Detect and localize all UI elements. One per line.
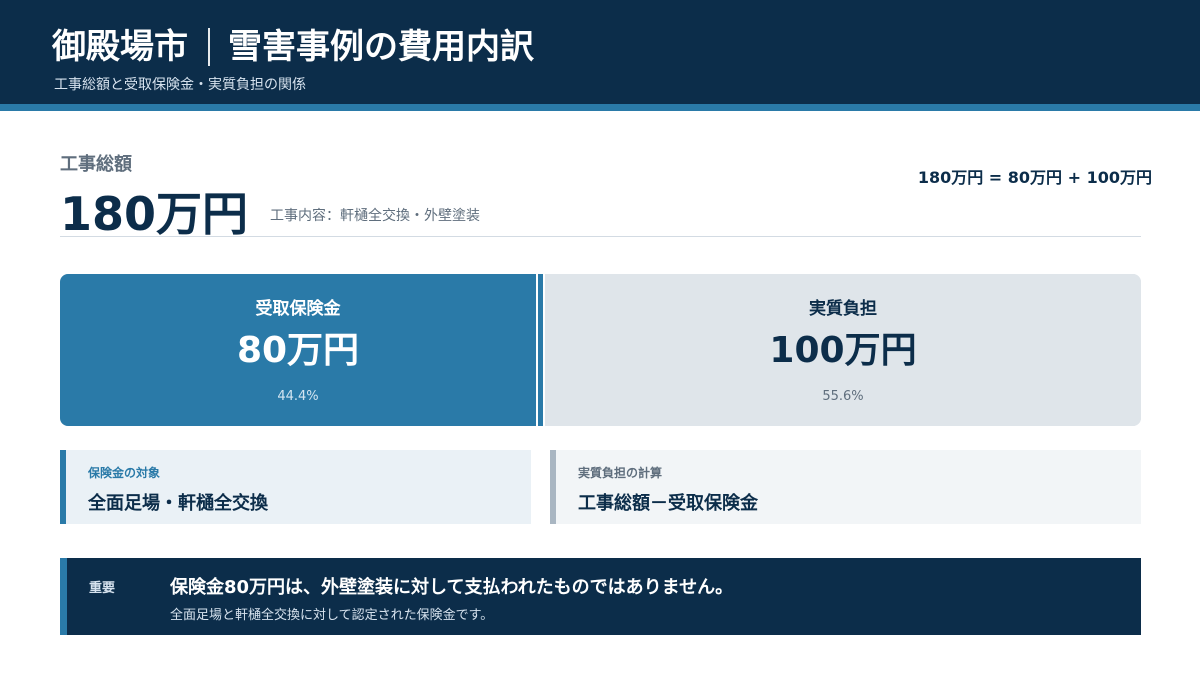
header-bar: 御殿場市 雪害事例の費用内訳 工事総額と受取保険金・実質負担の関係 [0, 0, 1200, 104]
insurance-coverage-label: 保険金の対象 [88, 466, 161, 480]
insurance-coverage-card: 保険金の対象 全面足場・軒樋全交換 [60, 450, 531, 524]
equation-text: 180万円 = 80万円 + 100万円 [917, 168, 1152, 187]
insurance-segment-value: 80万円 [236, 330, 360, 371]
insurance-segment: 受取保険金 80万円 44.4% [60, 274, 536, 426]
insurance-segment-percent: 44.4% [277, 389, 319, 404]
total-detail: 工事内容：軒樋全交換・外壁塗装 [270, 208, 480, 224]
page-title: 御殿場市 雪害事例の費用内訳 [52, 24, 534, 70]
total-amount: 180万円 [60, 187, 249, 241]
own-segment-percent: 55.6% [822, 389, 864, 404]
title-topic: 雪害事例の費用内訳 [228, 27, 534, 67]
total-label: 工事総額 [60, 154, 132, 175]
section-divider [60, 236, 1141, 237]
own-calculation-card: 実質負担の計算 工事総額－受取保険金 [550, 450, 1141, 524]
own-calculation-label: 実質負担の計算 [578, 466, 663, 480]
breakdown-bar: 受取保険金 80万円 44.4% 実質負担 100万円 55.6% [60, 274, 1141, 426]
insurance-coverage-value: 全面足場・軒樋全交換 [88, 493, 268, 514]
insurance-segment-label: 受取保険金 [255, 299, 341, 319]
segment-divider [536, 274, 545, 426]
own-segment-value: 100万円 [769, 330, 917, 371]
important-sub-text: 全面足場と軒樋全交換に対して認定された保険金です。 [170, 608, 494, 623]
segment-divider-accent [538, 274, 543, 426]
important-tag: 重要 [89, 581, 116, 596]
own-segment-label: 実質負担 [809, 299, 877, 319]
own-segment: 実質負担 100万円 55.6% [545, 274, 1141, 426]
header-accent-line [0, 104, 1200, 111]
important-note: 重要 保険金80万円は、外壁塗装に対して支払われたものではありません。 全面足場… [60, 558, 1141, 635]
important-main-text: 保険金80万円は、外壁塗装に対して支払われたものではありません。 [170, 577, 734, 598]
own-calculation-value: 工事総額－受取保険金 [578, 493, 758, 514]
title-separator [208, 28, 210, 66]
page-subtitle: 工事総額と受取保険金・実質負担の関係 [54, 77, 306, 93]
title-city: 御殿場市 [52, 27, 188, 67]
